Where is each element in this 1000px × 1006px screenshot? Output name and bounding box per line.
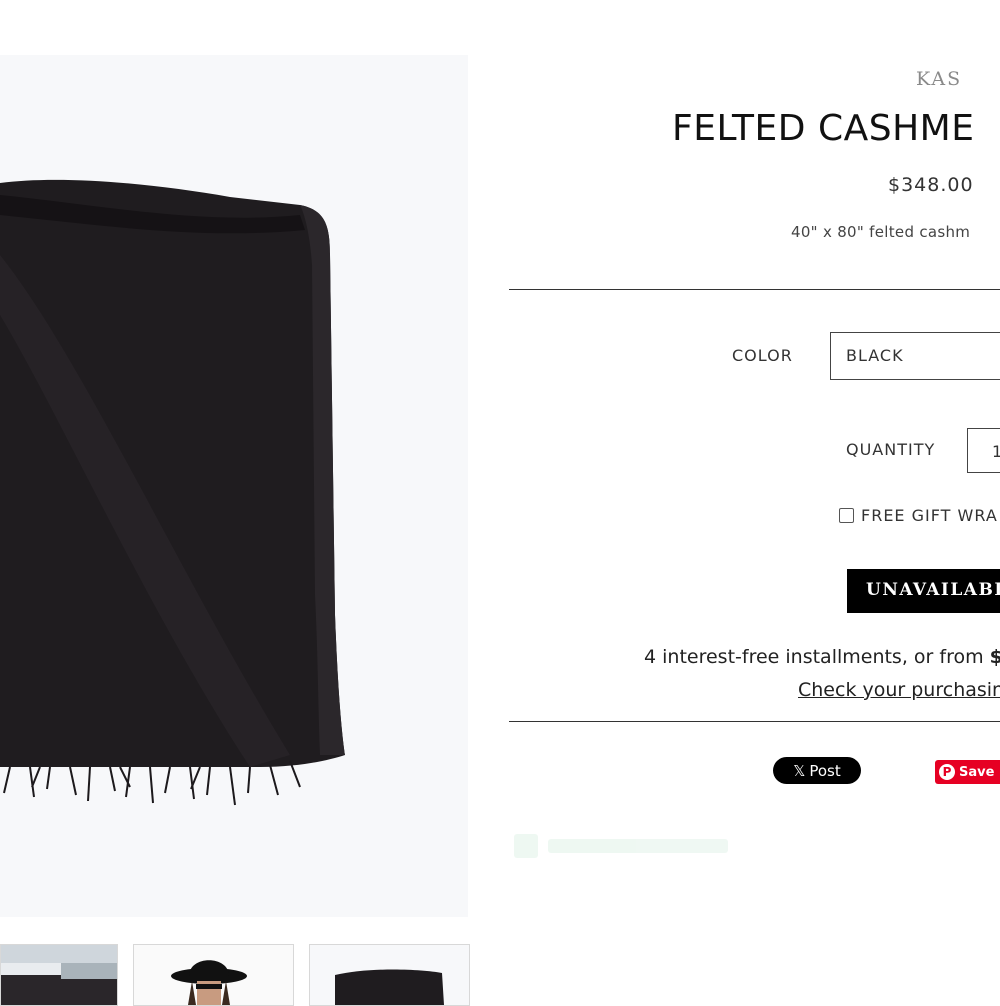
x-post-button[interactable]: 𝕏 Post [773,757,861,784]
color-label: COLOR [732,346,793,365]
divider-bottom [509,721,1000,722]
color-select-value: BLACK [846,346,904,365]
product-title: FELTED CASHME [672,108,975,149]
installments-text: 4 interest-free installments, or from $ [644,646,1000,668]
product-vendor[interactable]: KAS [916,68,962,90]
gift-wrap-label: FREE GIFT WRA [861,506,998,525]
faded-widget-bar [548,839,728,853]
thumbnail-2[interactable] [133,944,294,1006]
unavailable-button[interactable]: UNAVAILABL [847,569,1000,613]
pinterest-icon: P [939,764,955,780]
faded-widget [514,833,744,859]
main-product-image[interactable] [0,55,468,917]
gift-wrap-checkbox[interactable] [839,508,854,523]
faded-widget-icon [514,834,538,858]
post-label: Post [809,761,841,780]
quantity-value: 1 [992,442,1000,461]
thumbnail-1[interactable] [0,944,118,1006]
installments-message: 4 interest-free installments, or from [644,646,990,668]
installments-amount: $ [989,646,1000,668]
product-description: 40" x 80" felted cashm [791,223,971,241]
pinterest-save-button[interactable]: P Save [935,760,1000,784]
thumbnail-3[interactable] [309,944,470,1006]
quantity-label: QUANTITY [846,440,936,459]
save-label: Save [959,764,995,780]
product-price: $348.00 [888,174,974,196]
check-purchasing-power-link[interactable]: Check your purchasin [798,679,1000,701]
gift-wrap-option[interactable]: FREE GIFT WRA [839,506,998,525]
quantity-input[interactable]: 1 [967,428,1000,473]
divider-top [509,289,1000,290]
x-logo-icon: 𝕏 [793,761,806,780]
color-select[interactable]: BLACK [830,332,1000,380]
